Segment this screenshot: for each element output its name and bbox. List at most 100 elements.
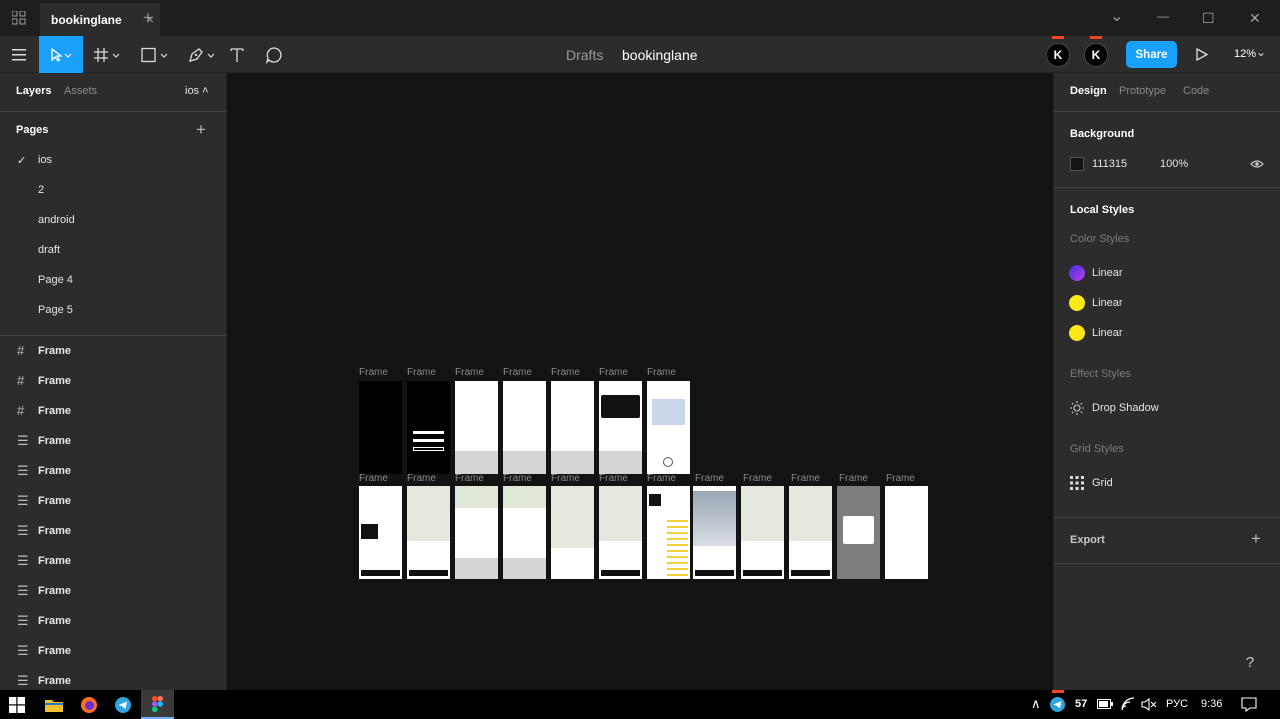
frame-thumbnail[interactable] bbox=[551, 381, 594, 474]
grid-style-name[interactable]: Grid bbox=[1092, 477, 1113, 489]
layer-row[interactable]: ☰ Frame bbox=[0, 456, 226, 486]
add-export-icon[interactable]: + bbox=[1251, 529, 1261, 549]
share-button[interactable]: Share bbox=[1126, 41, 1177, 68]
layer-row[interactable]: ☰ Frame bbox=[0, 636, 226, 666]
background-opacity-input[interactable]: 100% bbox=[1160, 158, 1188, 170]
color-style-name[interactable]: Linear bbox=[1092, 297, 1123, 309]
tab-layers[interactable]: Layers bbox=[16, 85, 51, 97]
effect-style-name[interactable]: Drop Shadow bbox=[1092, 402, 1159, 414]
frame-thumbnail[interactable] bbox=[503, 486, 546, 579]
notifications-icon[interactable] bbox=[1241, 697, 1257, 712]
frame-thumbnail[interactable] bbox=[647, 486, 690, 579]
text-tool-button[interactable] bbox=[226, 36, 248, 73]
tab-prototype[interactable]: Prototype bbox=[1119, 85, 1166, 97]
telegram-badge-count: 57 bbox=[1075, 698, 1088, 710]
layer-row[interactable]: # Frame bbox=[0, 336, 226, 366]
taskbar-app-firefox[interactable] bbox=[72, 690, 105, 719]
language-indicator[interactable]: РУС bbox=[1166, 698, 1188, 710]
avatar[interactable]: K bbox=[1084, 43, 1108, 67]
wifi-icon[interactable] bbox=[1121, 697, 1135, 711]
taskbar-app-explorer[interactable] bbox=[37, 690, 70, 719]
windows-start-button[interactable] bbox=[0, 690, 33, 719]
pen-tool-button[interactable] bbox=[183, 36, 223, 73]
frame-thumbnail[interactable] bbox=[455, 486, 498, 579]
file-tab[interactable]: bookinglane × bbox=[40, 3, 160, 36]
frame-thumbnail[interactable] bbox=[741, 486, 784, 579]
frame-thumbnail[interactable] bbox=[455, 381, 498, 474]
chevron-down-icon[interactable]: ⌄ bbox=[1110, 6, 1123, 26]
frame-thumbnail[interactable] bbox=[885, 486, 928, 579]
page-item-android[interactable]: android bbox=[38, 214, 75, 226]
close-window-icon[interactable]: ✕ bbox=[1249, 10, 1261, 27]
color-style-name[interactable]: Linear bbox=[1092, 267, 1123, 279]
pages-heading: Pages bbox=[16, 124, 49, 136]
layer-row[interactable]: ☰ Frame bbox=[0, 546, 226, 576]
frame-thumbnail[interactable] bbox=[359, 486, 402, 579]
frame-thumbnail[interactable] bbox=[551, 486, 594, 579]
breadcrumb-drafts[interactable]: Drafts bbox=[566, 47, 603, 63]
tab-assets[interactable]: Assets bbox=[64, 85, 97, 97]
page-item-page-4[interactable]: Page 4 bbox=[38, 274, 73, 286]
eye-icon[interactable] bbox=[1250, 159, 1264, 169]
breadcrumb-file-name[interactable]: bookinglane bbox=[622, 47, 698, 63]
layer-row[interactable]: ☰ Frame bbox=[0, 606, 226, 636]
tab-code[interactable]: Code bbox=[1183, 85, 1209, 97]
move-tool-button[interactable] bbox=[39, 36, 83, 73]
page-item-ios[interactable]: ios bbox=[38, 154, 52, 166]
page-item-2[interactable]: 2 bbox=[38, 184, 44, 196]
shape-tool-button[interactable] bbox=[136, 36, 176, 73]
color-style-name[interactable]: Linear bbox=[1092, 327, 1123, 339]
page-item-page-5[interactable]: Page 5 bbox=[38, 304, 73, 316]
zoom-level-dropdown[interactable]: 12% bbox=[1234, 48, 1256, 60]
tab-design[interactable]: Design bbox=[1070, 85, 1107, 97]
layer-row[interactable]: # Frame bbox=[0, 396, 226, 426]
taskbar-app-figma[interactable] bbox=[141, 690, 174, 719]
comment-tool-button[interactable] bbox=[262, 36, 286, 73]
tray-chevron-icon[interactable]: ∧ bbox=[1031, 696, 1041, 712]
layer-row[interactable]: ☰ Frame bbox=[0, 666, 226, 690]
background-swatch[interactable] bbox=[1070, 157, 1084, 171]
color-style-swatch[interactable] bbox=[1069, 295, 1085, 311]
frame-thumbnail[interactable] bbox=[599, 486, 642, 579]
clock[interactable]: 9:36 bbox=[1201, 698, 1222, 710]
frame-icon: # bbox=[17, 343, 25, 358]
chevron-down-icon[interactable]: ⌄ bbox=[1256, 45, 1266, 59]
layer-row[interactable]: ☰ Frame bbox=[0, 426, 226, 456]
layer-row[interactable]: ☰ Frame bbox=[0, 516, 226, 546]
play-icon[interactable] bbox=[1196, 48, 1208, 61]
home-grid-icon[interactable] bbox=[12, 11, 26, 25]
frame-thumbnail[interactable] bbox=[503, 381, 546, 474]
telegram-tray-icon[interactable] bbox=[1050, 697, 1065, 712]
add-page-icon[interactable]: + bbox=[196, 120, 206, 140]
layer-name: Frame bbox=[38, 345, 72, 357]
taskbar-app-telegram[interactable] bbox=[106, 690, 139, 719]
layer-row[interactable]: ☰ Frame bbox=[0, 576, 226, 606]
frame-thumbnail[interactable] bbox=[693, 486, 736, 579]
frame-thumbnail[interactable] bbox=[837, 486, 880, 579]
color-style-swatch[interactable] bbox=[1069, 265, 1085, 281]
layer-name: Frame bbox=[38, 375, 72, 387]
new-tab-icon[interactable]: + bbox=[143, 8, 153, 28]
battery-icon[interactable] bbox=[1097, 699, 1113, 709]
frame-tool-button[interactable] bbox=[88, 36, 128, 73]
frame-thumbnail[interactable] bbox=[359, 381, 402, 474]
frame-thumbnail[interactable] bbox=[407, 381, 450, 474]
minimize-icon[interactable]: — bbox=[1157, 9, 1169, 23]
page-switcher[interactable]: ios ˄ bbox=[185, 85, 209, 97]
layer-row[interactable]: ☰ Frame bbox=[0, 486, 226, 516]
help-button[interactable]: ? bbox=[1236, 648, 1264, 676]
frame-thumbnail[interactable] bbox=[789, 486, 832, 579]
page-item-draft[interactable]: draft bbox=[38, 244, 60, 256]
canvas[interactable]: Frame Frame Frame Frame Frame Frame Fram… bbox=[227, 73, 1053, 690]
frame-thumbnail[interactable] bbox=[599, 381, 642, 474]
frame-thumbnail[interactable] bbox=[647, 381, 690, 474]
background-hex-input[interactable]: 111315 bbox=[1092, 158, 1127, 170]
frame-thumbnail[interactable] bbox=[407, 486, 450, 579]
main-menu-button[interactable] bbox=[0, 36, 38, 73]
volume-muted-icon[interactable] bbox=[1141, 698, 1157, 711]
color-style-swatch[interactable] bbox=[1069, 325, 1085, 341]
layer-row[interactable]: # Frame bbox=[0, 366, 226, 396]
avatar[interactable]: K bbox=[1046, 43, 1070, 67]
maximize-icon[interactable]: ☐ bbox=[1202, 10, 1215, 27]
layer-name: Frame bbox=[38, 615, 72, 627]
